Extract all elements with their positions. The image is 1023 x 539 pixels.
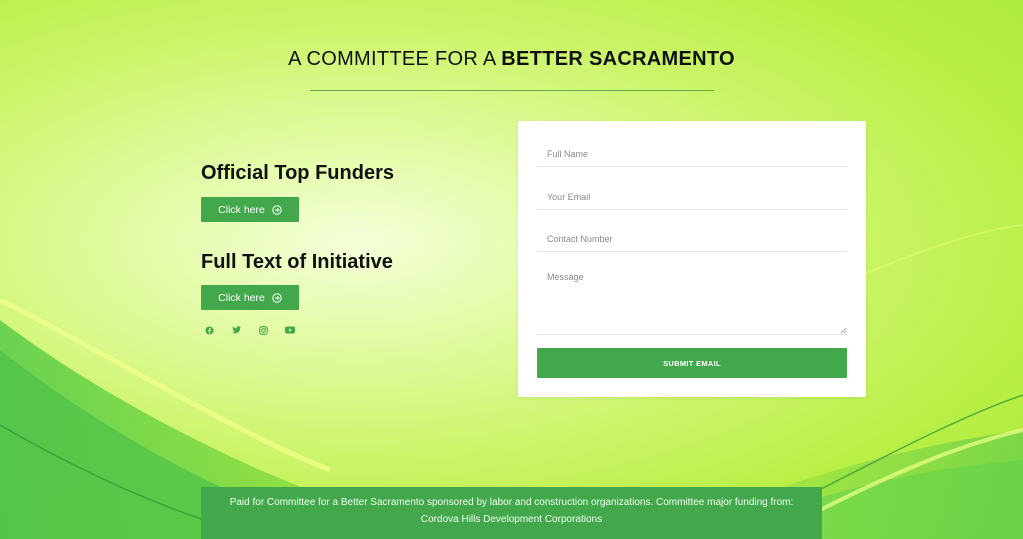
submit-email-button[interactable]: SUBMIT EMAIL [537,348,847,378]
full-name-input[interactable] [537,141,847,167]
background-swoosh [0,224,1023,539]
arrow-circle-right-icon [272,204,282,215]
title-divider [310,90,714,91]
twitter-icon[interactable] [231,325,241,335]
top-funders-button[interactable]: Click here [201,197,299,222]
page-title: A COMMITTEE FOR A BETTER SACRAMENTO [0,48,1023,71]
resize-handle-icon[interactable] [840,327,846,333]
contact-number-input[interactable] [537,226,847,252]
full-text-heading: Full Text of Initiative [201,251,393,273]
youtube-icon[interactable] [285,325,295,335]
page-title-bold: BETTER SACRAMENTO [501,48,735,70]
email-input[interactable] [537,184,847,210]
facebook-icon[interactable] [204,325,214,335]
social-links [204,325,295,335]
top-funders-heading: Official Top Funders [201,162,394,184]
page: A COMMITTEE FOR A BETTER SACRAMENTO Offi… [0,0,1023,539]
message-textarea[interactable] [537,266,847,335]
page-title-light: A COMMITTEE FOR A [288,48,502,70]
footer-disclaimer: Paid for Committee for a Better Sacramen… [201,487,822,539]
full-text-button[interactable]: Click here [201,285,299,310]
instagram-icon[interactable] [258,325,268,335]
footer-text: Paid for Committee for a Better Sacramen… [229,497,794,525]
contact-form: SUBMIT EMAIL [518,121,866,397]
arrow-circle-right-icon [272,292,282,303]
full-text-button-label: Click here [218,291,265,304]
top-funders-button-label: Click here [218,203,265,216]
